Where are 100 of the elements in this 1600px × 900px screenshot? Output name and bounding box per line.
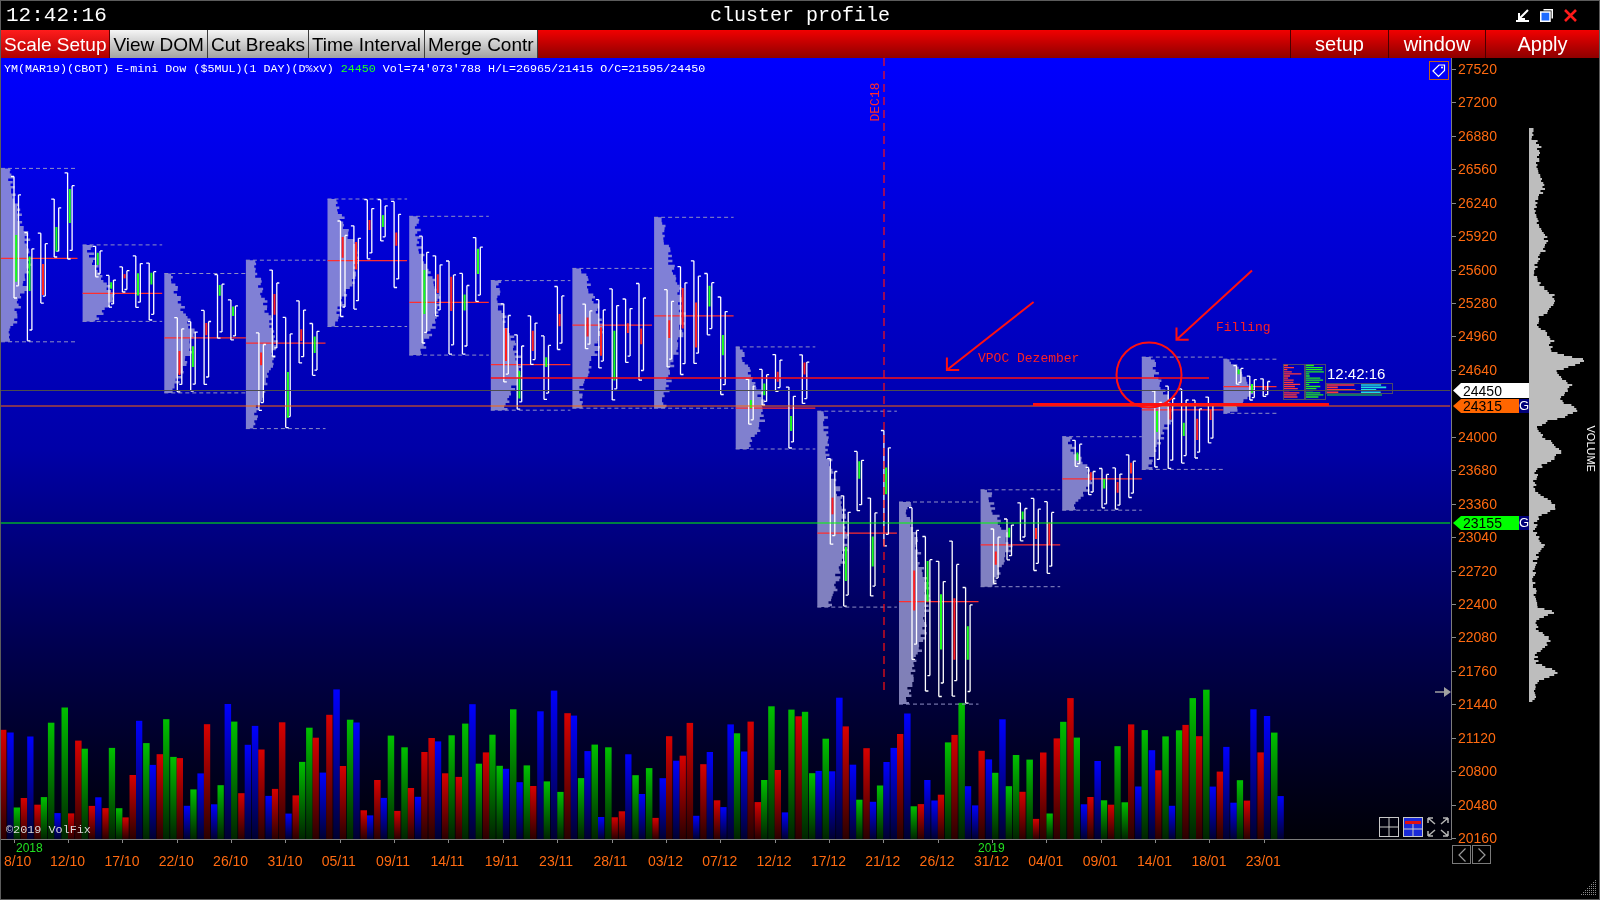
tick-mark — [1452, 503, 1456, 505]
date-label: 17/10 — [104, 854, 140, 868]
date-label: 12/12 — [756, 854, 792, 868]
tick-mark — [1452, 236, 1456, 238]
axis-label: 22080 — [1458, 630, 1497, 645]
axis-label: 27520 — [1458, 62, 1497, 76]
tick-mark — [1452, 369, 1456, 371]
date-label: 26/12 — [919, 854, 955, 868]
axis-label: 26240 — [1458, 195, 1497, 210]
tick-mark — [1452, 69, 1456, 70]
tick-mark — [122, 840, 124, 843]
axis-label: 23680 — [1458, 463, 1497, 478]
axis-label: 20800 — [1458, 764, 1497, 778]
date-label: 23/01 — [1245, 854, 1281, 868]
scroll-left-button[interactable] — [1452, 845, 1471, 864]
chevron-left-icon — [1457, 847, 1466, 862]
tick-mark — [557, 840, 559, 843]
toolbar-button[interactable]: Apply — [1485, 30, 1599, 58]
tick-mark — [1452, 837, 1456, 839]
date-label: 14/01 — [1137, 854, 1173, 868]
tick-mark — [394, 840, 396, 843]
tick-mark — [1263, 840, 1265, 843]
tick-mark — [992, 840, 993, 843]
tick-mark — [1452, 202, 1456, 204]
axis-label: 25920 — [1458, 229, 1497, 244]
tick-mark — [502, 840, 504, 843]
year-label: 2019 — [978, 843, 1005, 854]
tick-mark — [1209, 840, 1211, 843]
toolbar-tab[interactable]: Cut Breaks — [207, 30, 309, 58]
date-label: 28/11 — [593, 854, 628, 868]
tick-mark — [1452, 336, 1456, 338]
date-label: 21/12 — [865, 854, 901, 868]
tick-mark — [1452, 436, 1456, 438]
axis-label: 23040 — [1458, 530, 1497, 544]
axis-label: 20480 — [1458, 797, 1497, 812]
tick-mark — [1452, 135, 1456, 137]
tick-mark — [68, 840, 69, 843]
axis-label: 21760 — [1458, 663, 1497, 678]
date-label: 09/11 — [376, 854, 411, 868]
date-label: 05/11 — [321, 854, 356, 868]
date-label: 17/12 — [810, 854, 846, 868]
minimize-icon[interactable] — [1516, 9, 1529, 22]
date-label: 07/12 — [702, 854, 738, 868]
tick-mark — [665, 840, 667, 843]
date-label: 04/01 — [1028, 854, 1064, 868]
tick-mark — [937, 840, 939, 843]
tick-mark — [285, 840, 287, 843]
price-tag: 23155 — [1453, 516, 1519, 530]
year-label: 2018 — [16, 843, 43, 854]
restore-icon[interactable] — [1540, 9, 1553, 22]
price-tag: 24450 — [1453, 383, 1529, 398]
tick-mark — [1452, 537, 1456, 538]
resize-grip-icon[interactable] — [1581, 880, 1596, 895]
tick-mark — [1452, 102, 1456, 104]
toolbar-tab[interactable]: Scale Setup — [1, 30, 111, 58]
grid-icon[interactable] — [1379, 817, 1399, 837]
tick-mark — [828, 840, 830, 843]
tick-mark — [1155, 840, 1156, 843]
close-icon[interactable] — [1564, 9, 1577, 22]
tick-mark — [13, 840, 15, 843]
tick-mark — [1452, 670, 1456, 672]
tag-badge: G — [1519, 399, 1529, 413]
chart-layout-icon[interactable] — [1403, 817, 1423, 837]
axis-label: 26880 — [1458, 128, 1497, 143]
date-label: 09/01 — [1082, 854, 1118, 868]
axis-label: 26560 — [1458, 162, 1497, 177]
tick-mark — [720, 840, 722, 843]
volume-axis-label: VOLUME — [1583, 425, 1597, 472]
date-label: 31/12 — [974, 854, 1010, 868]
toolbar-tab[interactable]: Time Interval — [308, 30, 425, 58]
toolbar-tab[interactable]: Merge Contr — [425, 30, 538, 58]
tick-mark — [883, 840, 885, 843]
clock: 12:42:16 — [6, 5, 107, 26]
toolbar-tab[interactable]: View DOM — [110, 30, 208, 58]
date-label: 19/11 — [484, 854, 519, 868]
date-label: 22/10 — [158, 854, 194, 868]
axis-label: 22720 — [1458, 563, 1497, 578]
window-title: cluster profile — [710, 5, 890, 26]
tick-mark — [448, 840, 450, 843]
tick-mark — [1452, 771, 1456, 772]
tick-mark — [1452, 704, 1456, 706]
tick-mark — [1452, 169, 1456, 171]
tag-icon[interactable] — [1429, 61, 1449, 80]
last-price: 24450 — [340, 62, 376, 76]
expand-icon[interactable] — [1427, 817, 1449, 837]
instrument-label: YM(MAR19)(CBOT) E-mini Dow ($5MUL)(1 DAY)(D%xV) — [4, 62, 334, 76]
tick-mark — [1452, 637, 1456, 639]
scroll-right-button[interactable] — [1472, 845, 1491, 864]
date-label: 14/11 — [430, 854, 465, 868]
tick-mark — [1452, 570, 1456, 572]
axis-label: 27200 — [1458, 95, 1497, 110]
tick-mark — [1452, 804, 1456, 806]
tick-mark — [1100, 840, 1102, 843]
arrow-right-icon[interactable] — [1435, 687, 1451, 697]
date-label: 18/01 — [1191, 854, 1227, 868]
chevron-right-icon — [1477, 847, 1486, 862]
tick-mark — [611, 840, 613, 843]
tick-mark — [1452, 303, 1456, 304]
date-label: 8/10 — [4, 854, 32, 868]
axis-label: 21120 — [1458, 730, 1496, 745]
